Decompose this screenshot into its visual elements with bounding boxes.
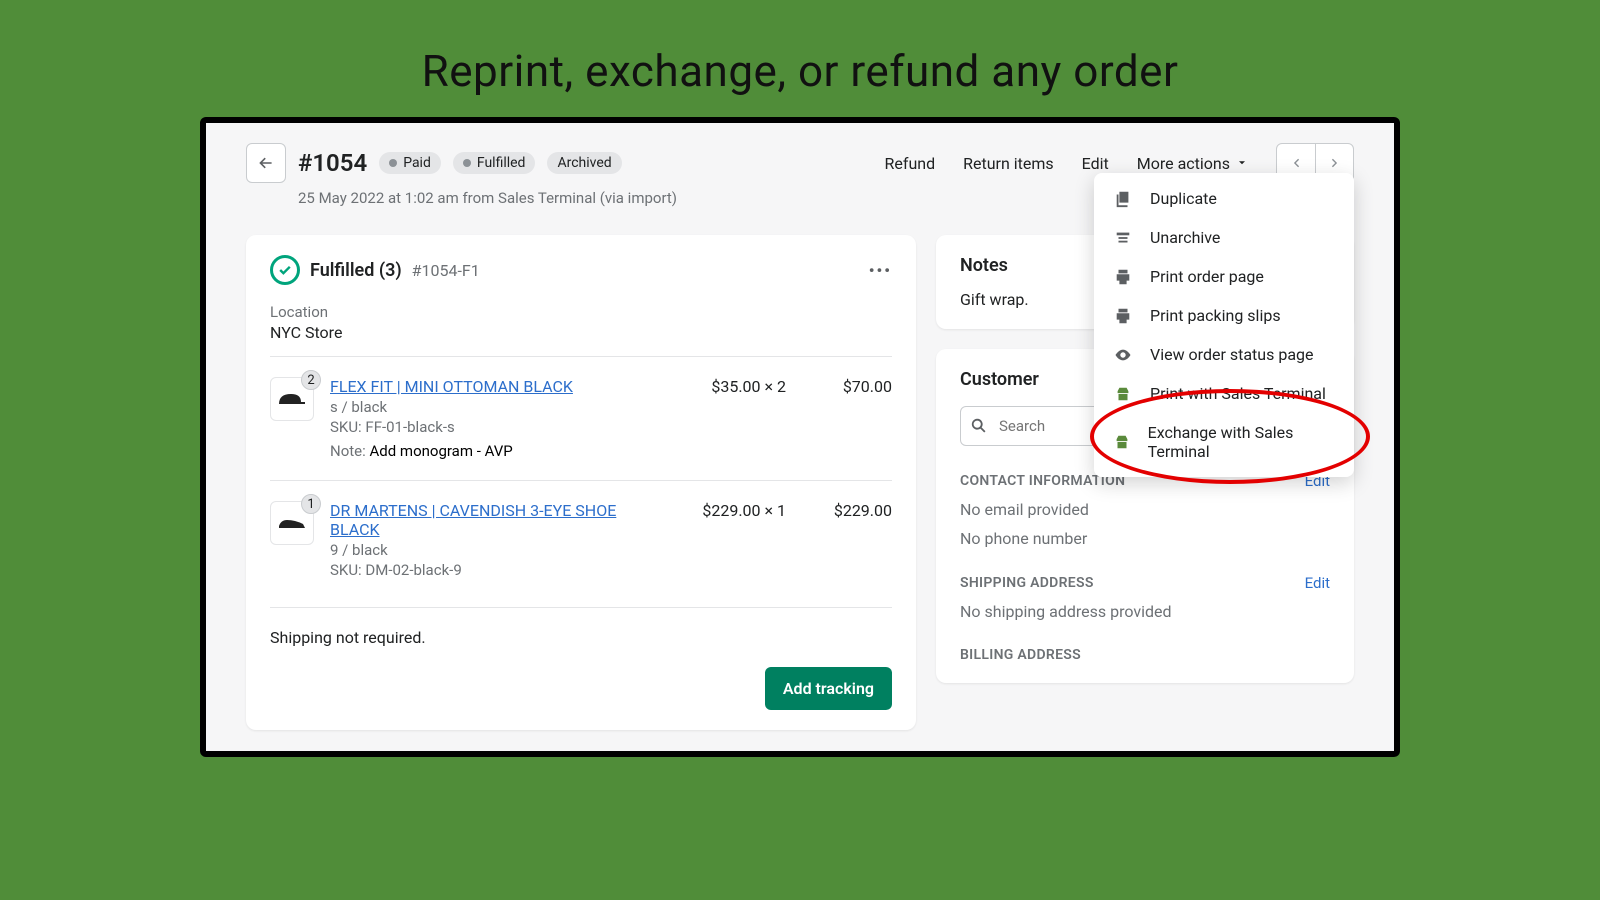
qty-badge: 2 [301,370,321,390]
product-variant: 9 / black [330,541,650,559]
fulfillment-title: Fulfilled (3) [310,260,402,281]
shipping-edit-link[interactable]: Edit [1305,574,1330,592]
line-total: $70.00 [802,377,892,396]
fulfillment-card: Fulfilled (3) #1054-F1 ••• Location NYC … [246,235,916,730]
fulfillment-menu-button[interactable]: ••• [869,261,892,280]
billing-addr-header: BILLING ADDRESS [960,647,1330,663]
shipping-message: Shipping not required. [270,607,892,647]
cap-icon [277,390,307,408]
unarchive-icon [1112,229,1134,247]
product-name-link[interactable]: DR MARTENS | CAVENDISH 3-EYE SHOE BLACK [330,501,650,539]
product-thumb: 1 [270,501,314,545]
line-unit-price: $35.00 × 2 [666,377,786,396]
product-sku: SKU: FF-01-black-s [330,418,650,436]
menu-unarchive[interactable]: Unarchive [1094,218,1354,257]
back-button[interactable] [246,143,286,183]
menu-print-slips[interactable]: Print packing slips [1094,296,1354,335]
order-number: #1054 [298,149,367,177]
line-item: 1 DR MARTENS | CAVENDISH 3-EYE SHOE BLAC… [270,480,892,599]
product-sku: SKU: DM-02-black-9 [330,561,650,579]
return-items-button[interactable]: Return items [963,154,1054,173]
product-thumb: 2 [270,377,314,421]
arrow-left-icon [258,155,274,171]
line-total: $229.00 [802,501,892,520]
add-tracking-button[interactable]: Add tracking [765,667,892,710]
search-icon [970,417,988,435]
no-email-text: No email provided [960,500,1330,519]
more-actions-menu: Duplicate Unarchive Print order page Pri… [1094,173,1354,477]
menu-view-status[interactable]: View order status page [1094,335,1354,374]
duplicate-icon [1112,190,1134,208]
eye-icon [1112,346,1134,364]
fulfilled-badge: Fulfilled [453,152,536,174]
caret-down-icon [1236,157,1248,169]
menu-duplicate[interactable]: Duplicate [1094,179,1354,218]
line-unit-price: $229.00 × 1 [666,501,786,520]
no-phone-text: No phone number [960,529,1330,548]
check-icon [277,262,293,278]
fulfilled-status-icon [270,255,300,285]
terminal-icon [1112,385,1134,403]
qty-badge: 1 [301,494,321,514]
product-note: Note: Add monogram - AVP [330,442,650,460]
location-value: NYC Store [270,323,892,342]
menu-print-terminal[interactable]: Print with Sales Terminal [1094,374,1354,413]
archived-badge: Archived [547,152,621,174]
notes-title: Notes [960,255,1008,276]
more-actions-button[interactable]: More actions [1137,154,1248,173]
shipping-addr-header: SHIPPING ADDRESS [960,575,1094,591]
location-label: Location [270,303,892,321]
page-headline: Reprint, exchange, or refund any order [0,0,1600,117]
app-window: #1054 Paid Fulfilled Archived Refund Ret… [200,117,1400,757]
terminal-icon [1112,433,1132,451]
product-variant: s / black [330,398,650,416]
line-item: 2 FLEX FIT | MINI OTTOMAN BLACK s / blac… [270,356,892,480]
product-name-link[interactable]: FLEX FIT | MINI OTTOMAN BLACK [330,377,650,396]
print-icon [1112,307,1134,325]
edit-button[interactable]: Edit [1082,154,1109,173]
no-shipping-text: No shipping address provided [960,602,1330,621]
chevron-right-icon [1328,156,1342,170]
refund-button[interactable]: Refund [885,154,936,173]
menu-exchange-terminal[interactable]: Exchange with Sales Terminal [1094,413,1354,471]
chevron-left-icon [1289,156,1303,170]
shoe-icon [277,514,307,532]
paid-badge: Paid [379,152,441,174]
fulfillment-id: #1054-F1 [412,261,480,280]
print-icon [1112,268,1134,286]
menu-print-order[interactable]: Print order page [1094,257,1354,296]
